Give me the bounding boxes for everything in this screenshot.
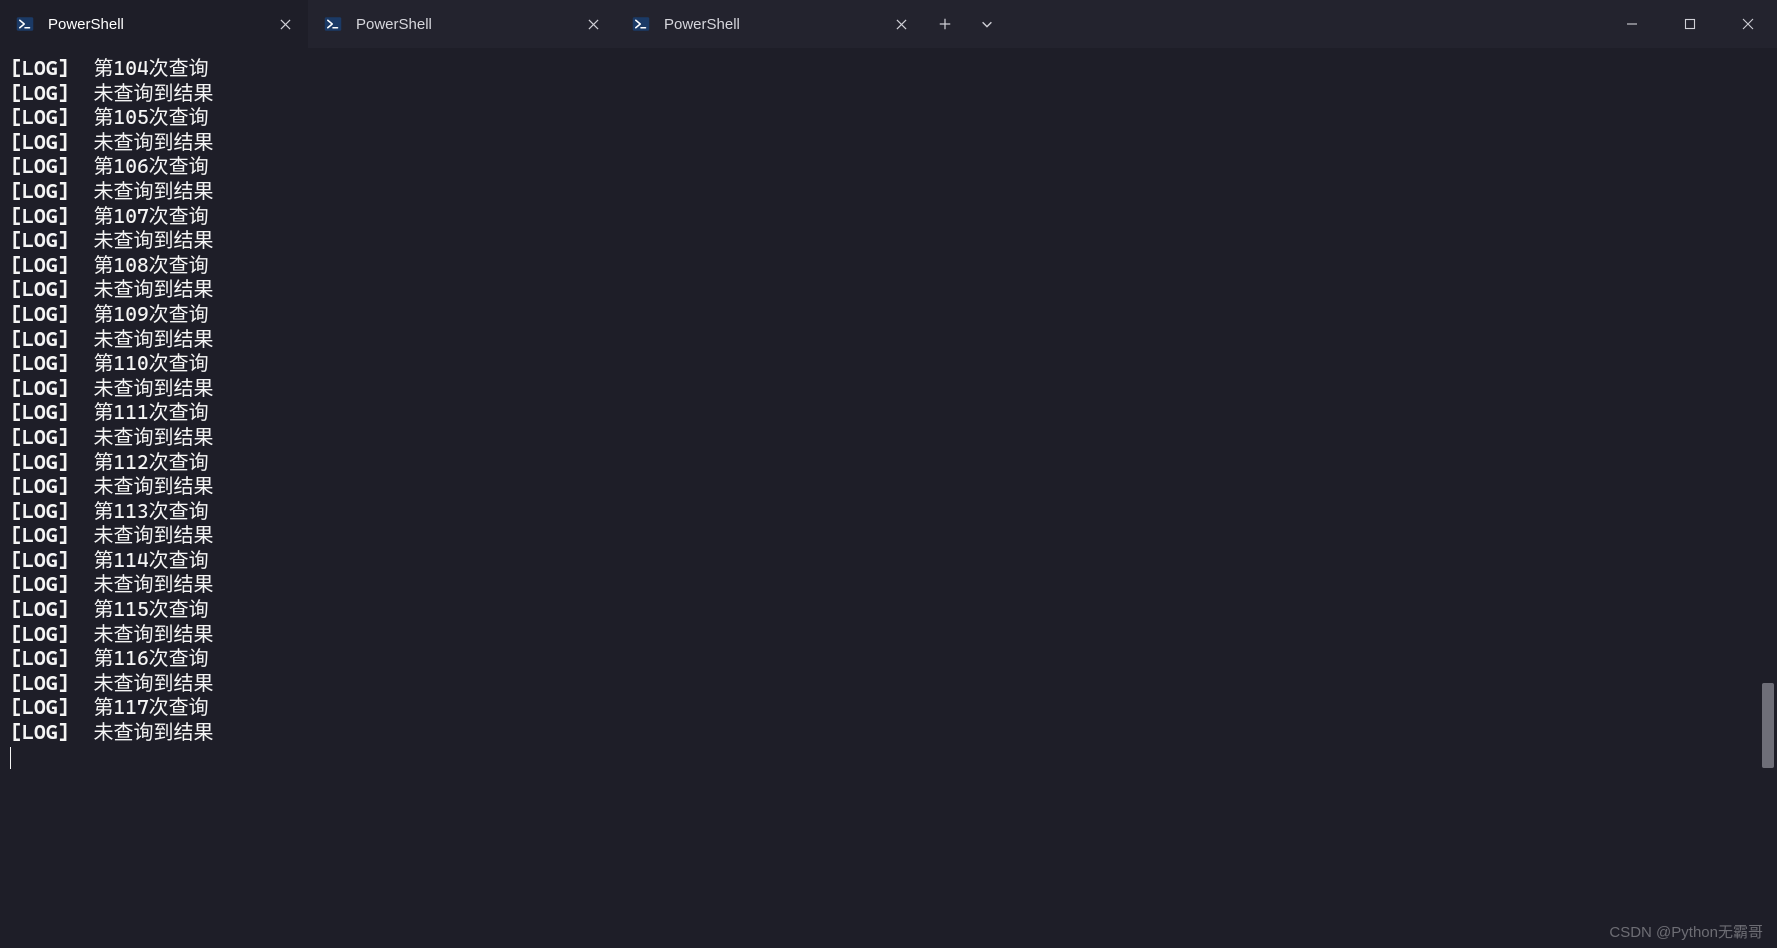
log-line: [LOG] 第104次查询 — [10, 56, 1767, 81]
minimize-button[interactable] — [1603, 0, 1661, 48]
window-controls — [1603, 0, 1777, 48]
powershell-icon — [324, 15, 342, 33]
log-line: [LOG] 第114次查询 — [10, 548, 1767, 573]
log-line: [LOG] 未查询到结果 — [10, 81, 1767, 106]
tab-2[interactable]: PowerShell — [616, 0, 924, 48]
log-line: [LOG] 未查询到结果 — [10, 376, 1767, 401]
close-tab-button[interactable] — [582, 13, 604, 35]
tab-title: PowerShell — [356, 16, 582, 33]
log-line: [LOG] 未查询到结果 — [10, 720, 1767, 745]
log-line: [LOG] 第107次查询 — [10, 204, 1767, 229]
log-line: [LOG] 未查询到结果 — [10, 327, 1767, 352]
titlebar-spacer — [1008, 0, 1603, 48]
new-tab-button[interactable] — [924, 0, 966, 48]
window: PowerShell PowerShell PowerShell [LOG] 第10… — [0, 0, 1777, 948]
tab-title: PowerShell — [48, 16, 274, 33]
cursor-line — [10, 745, 1767, 770]
title-bar: PowerShell PowerShell PowerShell — [0, 0, 1777, 48]
vertical-scrollbar[interactable] — [1762, 48, 1774, 948]
maximize-button[interactable] — [1661, 0, 1719, 48]
tab-dropdown-button[interactable] — [966, 0, 1008, 48]
log-line: [LOG] 第105次查询 — [10, 105, 1767, 130]
log-line: [LOG] 未查询到结果 — [10, 671, 1767, 696]
close-tab-button[interactable] — [274, 13, 296, 35]
log-line: [LOG] 未查询到结果 — [10, 425, 1767, 450]
log-line: [LOG] 第115次查询 — [10, 597, 1767, 622]
log-line: [LOG] 第117次查询 — [10, 695, 1767, 720]
log-line: [LOG] 未查询到结果 — [10, 228, 1767, 253]
log-line: [LOG] 未查询到结果 — [10, 523, 1767, 548]
log-line: [LOG] 未查询到结果 — [10, 474, 1767, 499]
log-line: [LOG] 未查询到结果 — [10, 277, 1767, 302]
close-tab-button[interactable] — [890, 13, 912, 35]
tabs-container: PowerShell PowerShell PowerShell — [0, 0, 924, 48]
powershell-icon — [632, 15, 650, 33]
log-line: [LOG] 第116次查询 — [10, 646, 1767, 671]
watermark-text: CSDN @Python无霸哥 — [1609, 921, 1763, 942]
log-line: [LOG] 未查询到结果 — [10, 130, 1767, 155]
tab-title: PowerShell — [664, 16, 890, 33]
scrollbar-thumb[interactable] — [1762, 683, 1774, 768]
close-button[interactable] — [1719, 0, 1777, 48]
log-line: [LOG] 第110次查询 — [10, 351, 1767, 376]
terminal-output[interactable]: [LOG] 第104次查询[LOG] 未查询到结果[LOG] 第105次查询[L… — [0, 48, 1777, 948]
log-line: [LOG] 第111次查询 — [10, 400, 1767, 425]
tab-0[interactable]: PowerShell — [0, 0, 308, 48]
log-line: [LOG] 未查询到结果 — [10, 622, 1767, 647]
log-line: [LOG] 第108次查询 — [10, 253, 1767, 278]
log-line: [LOG] 未查询到结果 — [10, 572, 1767, 597]
powershell-icon — [16, 15, 34, 33]
log-line: [LOG] 第106次查询 — [10, 154, 1767, 179]
log-line: [LOG] 第112次查询 — [10, 450, 1767, 475]
tab-1[interactable]: PowerShell — [308, 0, 616, 48]
log-line: [LOG] 第109次查询 — [10, 302, 1767, 327]
log-line: [LOG] 第113次查询 — [10, 499, 1767, 524]
log-line: [LOG] 未查询到结果 — [10, 179, 1767, 204]
